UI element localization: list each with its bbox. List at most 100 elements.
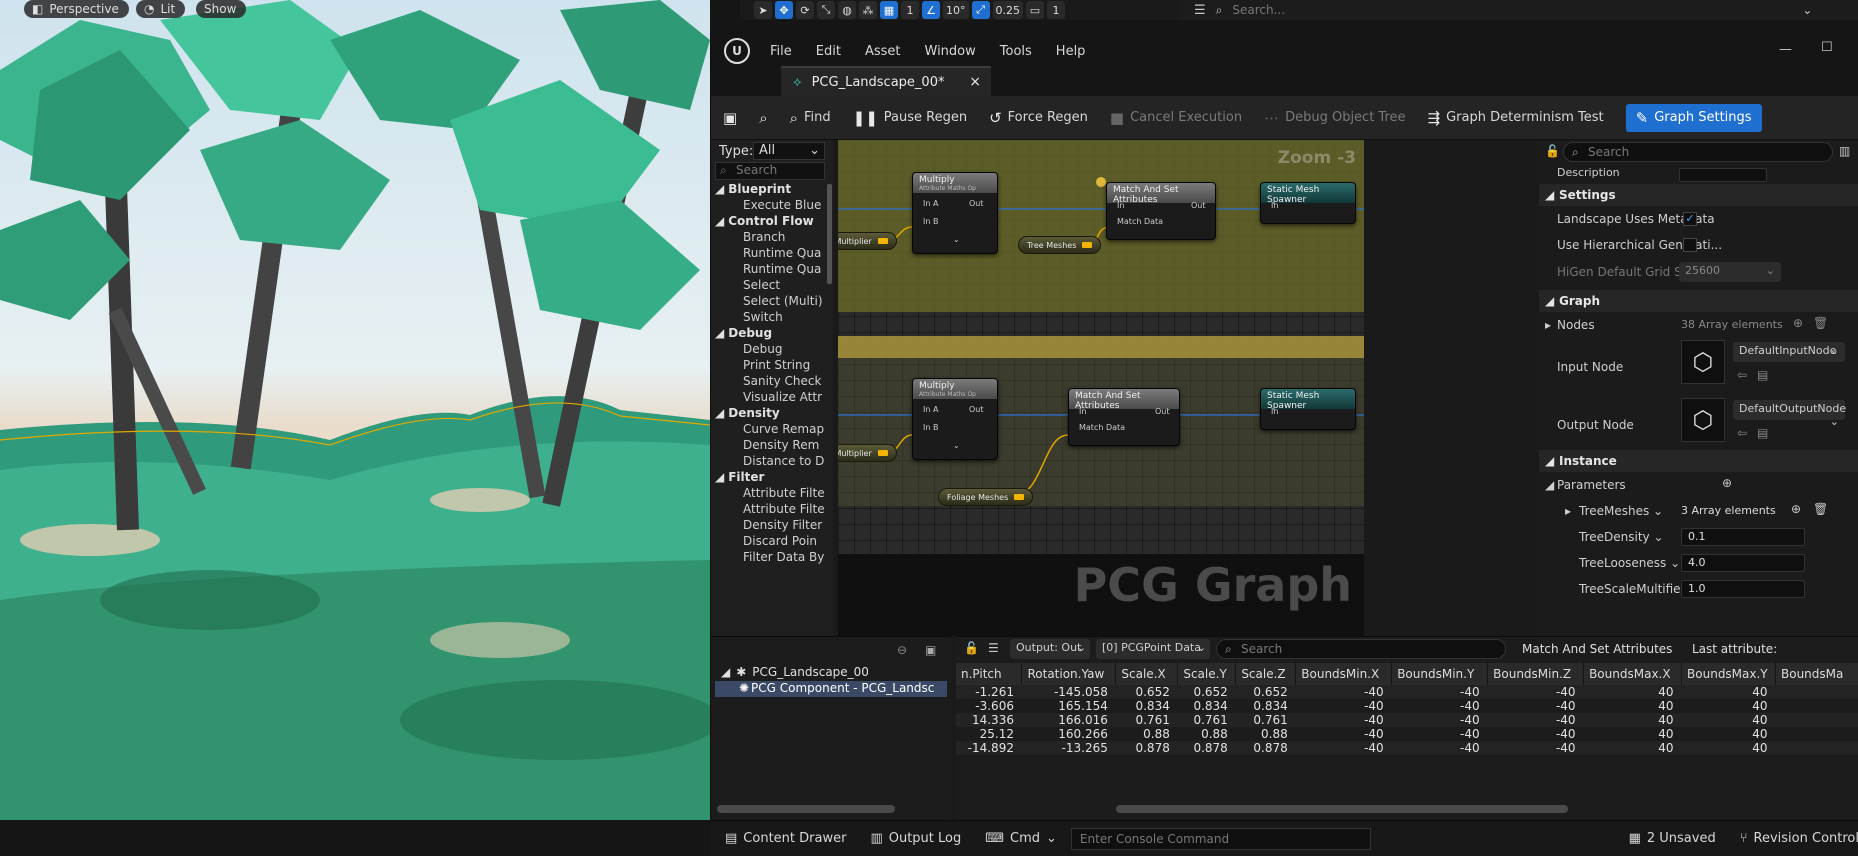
folder-icon[interactable]: ▣	[925, 643, 936, 657]
data-search-input[interactable]: ⌕Search	[1216, 639, 1506, 659]
show-button[interactable]: Show	[196, 0, 246, 18]
find-button[interactable]: ⌕Find	[790, 109, 831, 127]
node-match-set-foliage[interactable]: Match And Set Attributes In Match Data O…	[1068, 388, 1180, 446]
palette-item[interactable]: Select (Multi)	[743, 294, 827, 308]
graph-canvas[interactable]: Zoom -3 PCG Graph e Multiplier MultiplyA…	[838, 140, 1364, 636]
content-drawer-button[interactable]: ▤Content Drawer	[725, 831, 846, 846]
grid-snap-icon[interactable]: ▦	[880, 1, 898, 19]
cmd-dropdown[interactable]: ⌨Cmd⌄	[985, 831, 1057, 846]
table-row[interactable]: 14.336166.0160.7610.7610.761-40-40-40404…	[956, 713, 1858, 727]
tree-density-field[interactable]: 0.1	[1681, 528, 1805, 546]
variable-node-multiplier-2[interactable]: e Multiplier	[838, 444, 897, 462]
viewport-mode-button[interactable]: ◧Perspective	[24, 0, 129, 18]
pin-match-data[interactable]: Match Data	[1117, 217, 1163, 226]
input-node-dropdown[interactable]: DefaultInputNode⌄	[1733, 342, 1845, 362]
palette-item[interactable]: Runtime Qua	[743, 246, 827, 260]
debug-object-tree-button[interactable]: ⋯Debug Object Tree	[1264, 109, 1405, 127]
browse-button[interactable]: ⌕	[759, 109, 767, 127]
menu-tools[interactable]: Tools	[1000, 44, 1032, 59]
column-header[interactable]: Scale.Z	[1236, 663, 1296, 685]
tree-density-label[interactable]: TreeDensity ⌄	[1579, 530, 1664, 544]
palette-item[interactable]: Attribute Filte	[743, 502, 827, 516]
graph-determinism-button[interactable]: ⇶Graph Determinism Test	[1428, 109, 1604, 127]
input-node-thumbnail[interactable]: ⬡	[1681, 340, 1725, 384]
node-multiply-foliage[interactable]: MultiplyAttribute Maths Op In A In B Out…	[912, 378, 998, 460]
columns-icon[interactable]: ▥	[1839, 144, 1850, 158]
save-button[interactable]: ▣	[723, 109, 737, 127]
nodes-label[interactable]: ▸Nodes	[1557, 318, 1595, 332]
column-header[interactable]: Rotation.Yaw	[1022, 663, 1116, 685]
camera-speed-icon[interactable]: ▭	[1026, 1, 1044, 19]
back-icon[interactable]: ⊖	[897, 643, 907, 657]
category-filter[interactable]: ◢Filter	[715, 470, 764, 484]
camera-speed-value[interactable]: 1	[1047, 1, 1065, 19]
description-field[interactable]	[1679, 168, 1767, 182]
tree-looseness-field[interactable]: 4.0	[1681, 554, 1805, 572]
palette-item[interactable]: Visualize Attr	[743, 390, 827, 404]
maximize-icon[interactable]: ☐	[1821, 40, 1833, 55]
palette-item[interactable]: Attribute Filte	[743, 486, 827, 500]
filter-icon[interactable]: ☰	[1194, 3, 1206, 18]
table-row[interactable]: -14.892-13.2650.8780.8780.878-40-40-4040…	[956, 741, 1858, 755]
palette-item[interactable]: Switch	[743, 310, 827, 324]
node-multiply-trees[interactable]: MultiplyAttribute Maths Op In A In B Out…	[912, 172, 998, 254]
menu-asset[interactable]: Asset	[865, 44, 901, 59]
angle-snap-icon[interactable]: ∠	[922, 1, 940, 19]
pin-in[interactable]: In	[1271, 201, 1278, 210]
horizontal-scrollbar[interactable]	[717, 805, 895, 813]
tree-child-selected[interactable]: ✺PCG Component - PCG_Landsc	[715, 681, 947, 697]
menu-help[interactable]: Help	[1056, 44, 1086, 59]
unsaved-button[interactable]: ▦2 Unsaved	[1629, 831, 1716, 846]
pin-in-a[interactable]: In A	[923, 405, 938, 414]
type-dropdown[interactable]: All⌄	[753, 142, 825, 160]
table-row[interactable]: 25.12160.2660.880.880.88-40-40-404040	[956, 727, 1858, 741]
table-horizontal-scrollbar[interactable]	[1116, 805, 1568, 813]
outliner-search-input[interactable]: Search...	[1232, 3, 1792, 17]
chevron-down-icon[interactable]: ⌄	[1802, 3, 1812, 17]
browse-icon[interactable]: ⇦	[1737, 368, 1747, 382]
tab-pcg-landscape[interactable]: ⟡ PCG_Landscape_00* ×	[781, 66, 991, 96]
output-pin-dropdown[interactable]: Output: Out⌄	[1010, 639, 1090, 659]
grid-value[interactable]: 1	[901, 1, 919, 19]
tree-looseness-label[interactable]: TreeLooseness ⌄	[1579, 556, 1680, 570]
select-icon[interactable]: ➤	[754, 1, 772, 19]
lock-icon[interactable]: 🔓	[1545, 144, 1560, 158]
force-regen-button[interactable]: ↺Force Regen	[989, 109, 1088, 127]
column-header[interactable]: BoundsMin.X	[1296, 663, 1392, 685]
trash-icon[interactable]: 🗑	[1813, 316, 1828, 330]
palette-item[interactable]: Print String	[743, 358, 827, 372]
lit-button[interactable]: ◔Lit	[136, 0, 185, 18]
landscape-metadata-checkbox[interactable]: ✓	[1683, 212, 1697, 226]
expand-icon[interactable]: ⌄	[953, 441, 960, 450]
column-header[interactable]: BoundsMa	[1776, 663, 1858, 685]
close-icon[interactable]: ×	[969, 74, 981, 90]
data-index-dropdown[interactable]: [0] PCGPoint Data⌄	[1096, 639, 1210, 659]
folder-icon[interactable]: ▤	[1757, 368, 1768, 382]
pin-in[interactable]: In	[1079, 407, 1086, 416]
column-header[interactable]: BoundsMin.Z	[1488, 663, 1584, 685]
pin-match-data[interactable]: Match Data	[1079, 423, 1125, 432]
output-node-thumbnail[interactable]: ⬡	[1681, 398, 1725, 442]
trash-icon[interactable]: 🗑	[1813, 502, 1828, 516]
palette-item[interactable]: Branch	[743, 230, 827, 244]
column-header[interactable]: BoundsMax.X	[1584, 663, 1682, 685]
palette-item[interactable]: Density Filter	[743, 518, 827, 532]
table-row[interactable]: -3.606165.1540.8340.8340.834-40-40-40404…	[956, 699, 1858, 713]
pin-in-a[interactable]: In A	[923, 199, 938, 208]
hierarchical-gen-checkbox[interactable]	[1683, 238, 1697, 252]
filter-icon[interactable]: ☰	[988, 641, 999, 655]
palette-item[interactable]: Distance to D	[743, 454, 827, 468]
output-node-dropdown[interactable]: DefaultOutputNode⌄	[1733, 400, 1845, 420]
category-density[interactable]: ◢Density	[715, 406, 780, 420]
variable-node-foliage-meshes[interactable]: Foliage Meshes	[938, 488, 1033, 506]
section-settings[interactable]: ◢Settings	[1539, 184, 1858, 206]
pin-out[interactable]: Out	[1191, 201, 1206, 210]
move-icon[interactable]: ✥	[775, 1, 793, 19]
cancel-execution-button[interactable]: ■Cancel Execution	[1110, 109, 1242, 127]
parameters-label[interactable]: ◢Parameters	[1557, 478, 1626, 492]
details-search-input[interactable]: ⌕Search	[1563, 142, 1833, 162]
pin-in[interactable]: In	[1117, 201, 1124, 210]
level-viewport[interactable]: ◧Perspective ◔Lit Show	[0, 0, 710, 820]
category-debug[interactable]: ◢Debug	[715, 326, 772, 340]
pin-out[interactable]: Out	[1155, 407, 1170, 416]
